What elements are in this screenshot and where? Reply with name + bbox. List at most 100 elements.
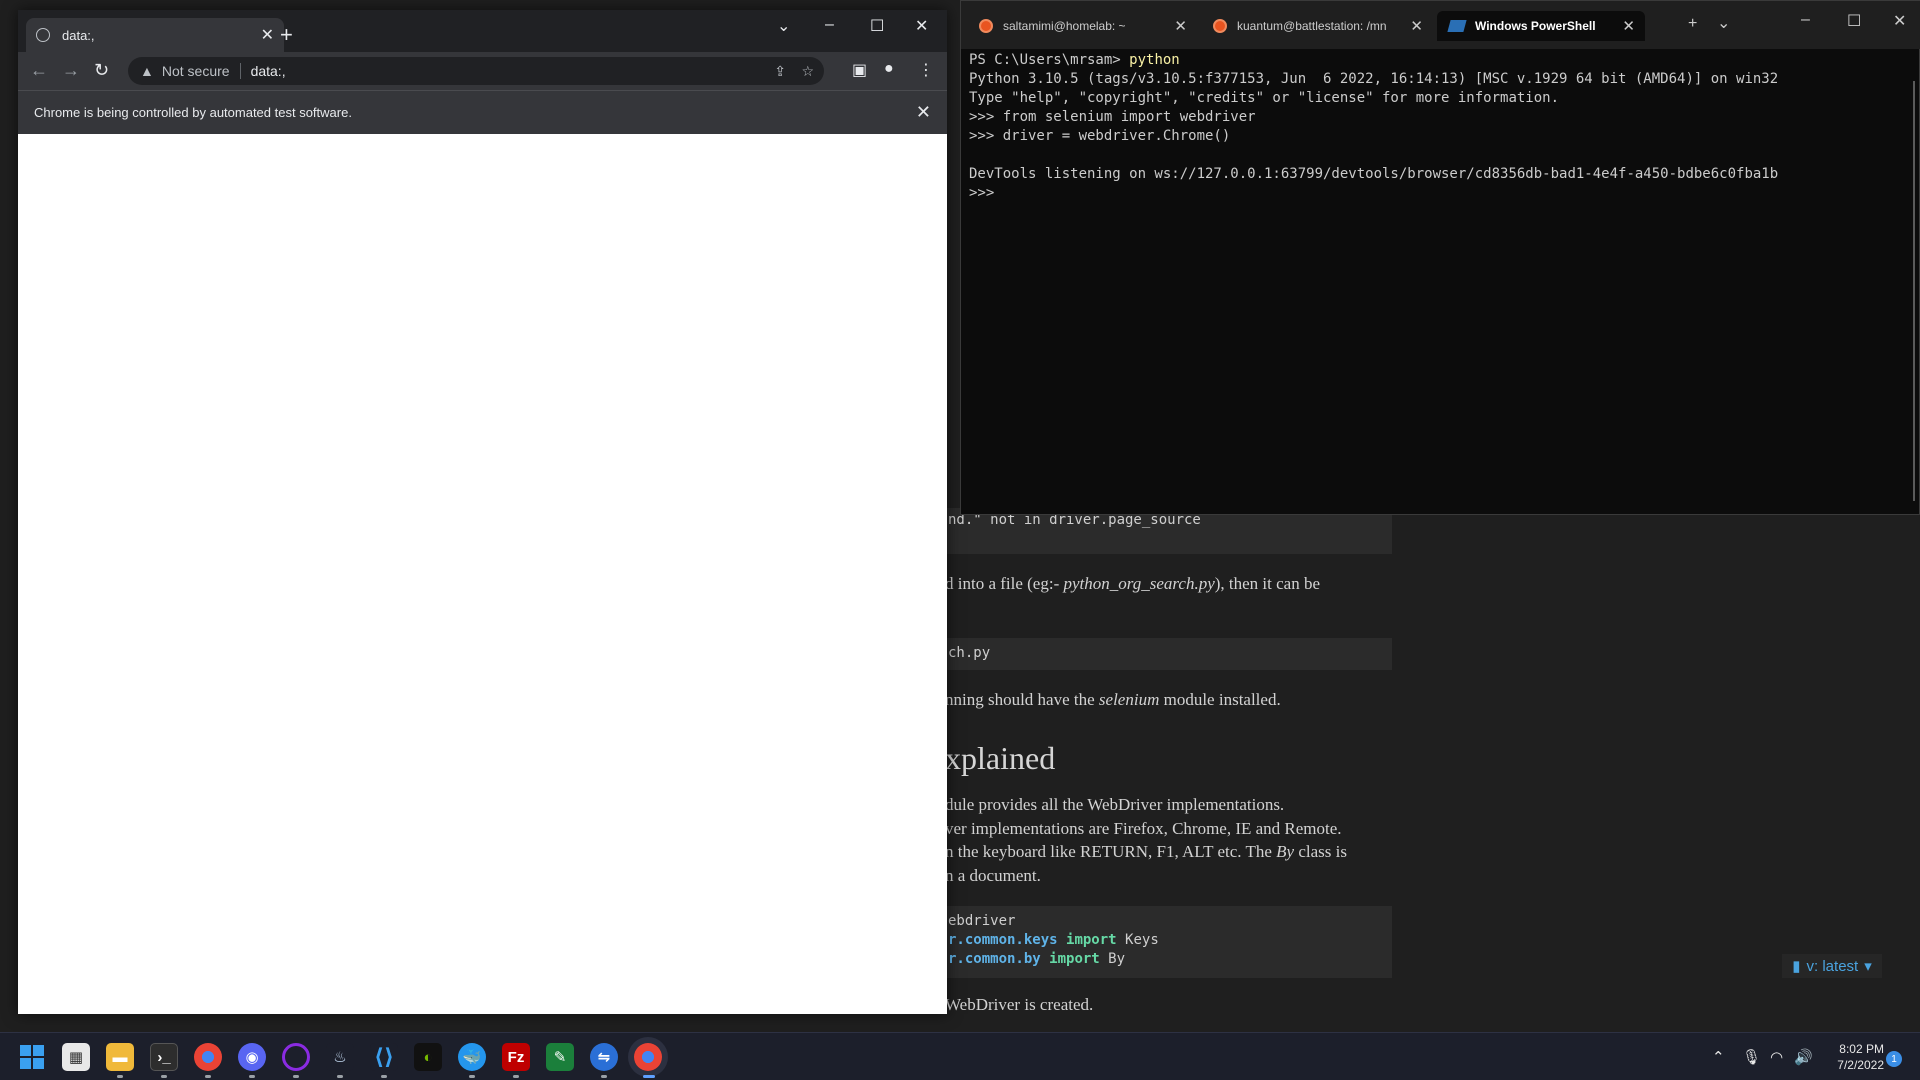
vscode-icon[interactable]: ⟨⟩ <box>370 1043 398 1071</box>
obs-icon[interactable] <box>282 1043 310 1071</box>
minimize-button[interactable]: – <box>825 16 834 34</box>
close-window-button[interactable]: ✕ <box>1893 11 1906 31</box>
remote-desktop-icon[interactable]: ⇋ <box>590 1043 618 1071</box>
page-content-blank[interactable] <box>18 134 947 1014</box>
microphone-icon[interactable]: 🎙 <box>1742 1048 1761 1066</box>
running-indicator <box>381 1075 387 1078</box>
minimize-button[interactable]: – <box>1801 11 1810 29</box>
divider <box>239 63 241 79</box>
close-tab-icon[interactable]: ✕ <box>1622 17 1635 35</box>
tab-homelab[interactable]: saltamimi@homelab: ~ ✕ <box>967 11 1197 41</box>
security-status[interactable]: Not secure <box>162 63 230 79</box>
terminal-line: PS C:\Users\mrsam> python <box>969 52 1180 68</box>
doc-paragraph: n a document. <box>945 866 1041 885</box>
volume-icon[interactable]: 🔊 <box>1794 1048 1813 1066</box>
notepad-icon[interactable]: ✎ <box>546 1043 574 1071</box>
terminal-icon[interactable]: ›_ <box>150 1043 178 1071</box>
terminal-line: Type "help", "copyright", "credits" or "… <box>969 90 1560 106</box>
ubuntu-icon <box>1213 19 1227 33</box>
wifi-icon[interactable]: ◠ <box>1770 1048 1783 1066</box>
tab-data[interactable]: data:, ✕ <box>26 18 284 52</box>
bookmark-star-icon[interactable]: ☆ <box>801 63 814 80</box>
active-indicator <box>643 1075 655 1078</box>
dropdown-icon[interactable]: ⌄ <box>1717 13 1730 33</box>
terminal-line: >>> from selenium import webdriver <box>969 109 1256 125</box>
clock[interactable]: 8:02 PM 7/2/2022 <box>1824 1041 1884 1073</box>
maximize-button[interactable]: ☐ <box>870 16 884 36</box>
steam-icon[interactable]: ♨ <box>326 1043 354 1071</box>
reload-button[interactable]: ↻ <box>94 60 109 81</box>
chrome-window: data:, ✕ + ⌄ – ☐ ✕ ← → ↻ ▲ Not secure da… <box>18 10 947 1014</box>
discord-icon[interactable]: ◉ <box>238 1043 266 1071</box>
maximize-button[interactable]: ☐ <box>1847 11 1861 31</box>
globe-icon <box>36 28 50 42</box>
time: 8:02 PM <box>1839 1042 1884 1056</box>
doc-paragraph: d into a file (eg:- python_org_search.py… <box>945 574 1321 593</box>
running-indicator <box>161 1075 167 1078</box>
notification-badge[interactable]: 1 <box>1886 1051 1902 1067</box>
menu-icon[interactable]: ⋮ <box>918 60 934 80</box>
new-tab-button[interactable]: + <box>280 22 293 48</box>
back-button[interactable]: ← <box>30 60 48 81</box>
new-tab-button[interactable]: + <box>1688 15 1697 33</box>
version-selector[interactable]: ▮ v: latest ▾ <box>1782 954 1882 978</box>
doc-paragraph: WebDriver is created. <box>945 995 1094 1014</box>
running-indicator <box>469 1075 475 1078</box>
chrome-tab-strip: data:, ✕ + ⌄ – ☐ ✕ <box>18 10 947 52</box>
terminal-line: DevTools listening on ws://127.0.0.1:637… <box>969 166 1779 182</box>
windows-start-icon[interactable] <box>18 1043 46 1071</box>
date: 7/2/2022 <box>1837 1058 1884 1072</box>
file-explorer-icon[interactable]: ▬ <box>106 1043 134 1071</box>
close-tab-icon[interactable]: ✕ <box>1410 17 1423 35</box>
windows-taskbar: ▦ ▬ ›_ ◉ ♨ ⟨⟩ ◐ 🐳 Fz ✎ ⇋ ⌃ 🎙 ◠ 🔊 8:02 PM… <box>0 1032 1920 1080</box>
terminal-tab-strip: saltamimi@homelab: ~ ✕ kuantum@battlesta… <box>961 1 1920 49</box>
close-window-button[interactable]: ✕ <box>915 16 928 36</box>
url-text[interactable]: data:, <box>251 63 286 79</box>
chevron-up-icon[interactable]: ⌃ <box>1712 1048 1725 1066</box>
chrome-active-icon[interactable] <box>634 1043 662 1071</box>
docker-icon[interactable]: 🐳 <box>458 1043 486 1071</box>
doc-paragraph: dule provides all the WebDriver implemen… <box>945 795 1285 814</box>
tab-search-icon[interactable]: ⌄ <box>777 16 790 36</box>
filezilla-icon[interactable]: Fz <box>502 1043 530 1071</box>
running-indicator <box>293 1075 299 1078</box>
tab-title: data:, <box>62 27 95 43</box>
warning-icon: ▲ <box>140 63 154 79</box>
chrome-icon[interactable] <box>194 1043 222 1071</box>
running-indicator <box>337 1075 343 1078</box>
forward-button[interactable]: → <box>62 60 80 81</box>
book-icon: ▮ <box>1792 958 1801 975</box>
microsoft-store-icon[interactable]: ▦ <box>62 1043 90 1071</box>
doc-paragraph: n the keyboard like RETURN, F1, ALT etc.… <box>945 842 1347 861</box>
close-tab-icon[interactable]: ✕ <box>261 25 274 45</box>
automation-infobar: Chrome is being controlled by automated … <box>18 90 947 134</box>
doc-paragraph: nning should have the selenium module in… <box>945 690 1281 709</box>
close-tab-icon[interactable]: ✕ <box>1174 17 1187 35</box>
side-panel-icon[interactable]: ▣ <box>852 60 867 80</box>
doc-paragraph: ver implementations are Firefox, Chrome,… <box>945 819 1342 838</box>
terminal-line: >>> driver = webdriver.Chrome() <box>969 128 1231 144</box>
section-heading: xplained <box>945 740 1056 776</box>
running-indicator <box>205 1075 211 1078</box>
terminal-output[interactable]: PS C:\Users\mrsam> python Python 3.10.5 (… <box>969 51 1909 511</box>
ubuntu-icon <box>979 19 993 33</box>
code-block-run: ch.py <box>945 638 1392 670</box>
running-indicator <box>513 1075 519 1078</box>
terminal-line: Python 3.10.5 (tags/v3.10.5:f377153, Jun… <box>969 71 1779 87</box>
share-icon[interactable]: ⇪ <box>774 63 786 80</box>
terminal-scrollbar[interactable] <box>1913 81 1915 501</box>
close-infobar-icon[interactable]: ✕ <box>916 102 931 123</box>
tab-powershell[interactable]: Windows PowerShell ✕ <box>1437 11 1645 41</box>
running-indicator <box>601 1075 607 1078</box>
infobar-message: Chrome is being controlled by automated … <box>34 105 352 120</box>
code-block-imports: ebdriver r.common.keys import Keys r.com… <box>945 906 1392 978</box>
chrome-toolbar: ← → ↻ ▲ Not secure data:, ⇪ ☆ ▣ ● ⋮ <box>18 52 947 90</box>
address-bar[interactable]: ▲ Not secure data:, ⇪ ☆ <box>128 57 824 85</box>
nvidia-icon[interactable]: ◐ <box>414 1043 442 1071</box>
tab-battlestation[interactable]: kuantum@battlestation: /mn ✕ <box>1201 11 1433 41</box>
powershell-icon <box>1447 20 1467 32</box>
terminal-prompt: >>> <box>969 185 1003 201</box>
caret-down-icon: ▾ <box>1864 958 1872 975</box>
profile-icon[interactable]: ● <box>884 60 894 78</box>
